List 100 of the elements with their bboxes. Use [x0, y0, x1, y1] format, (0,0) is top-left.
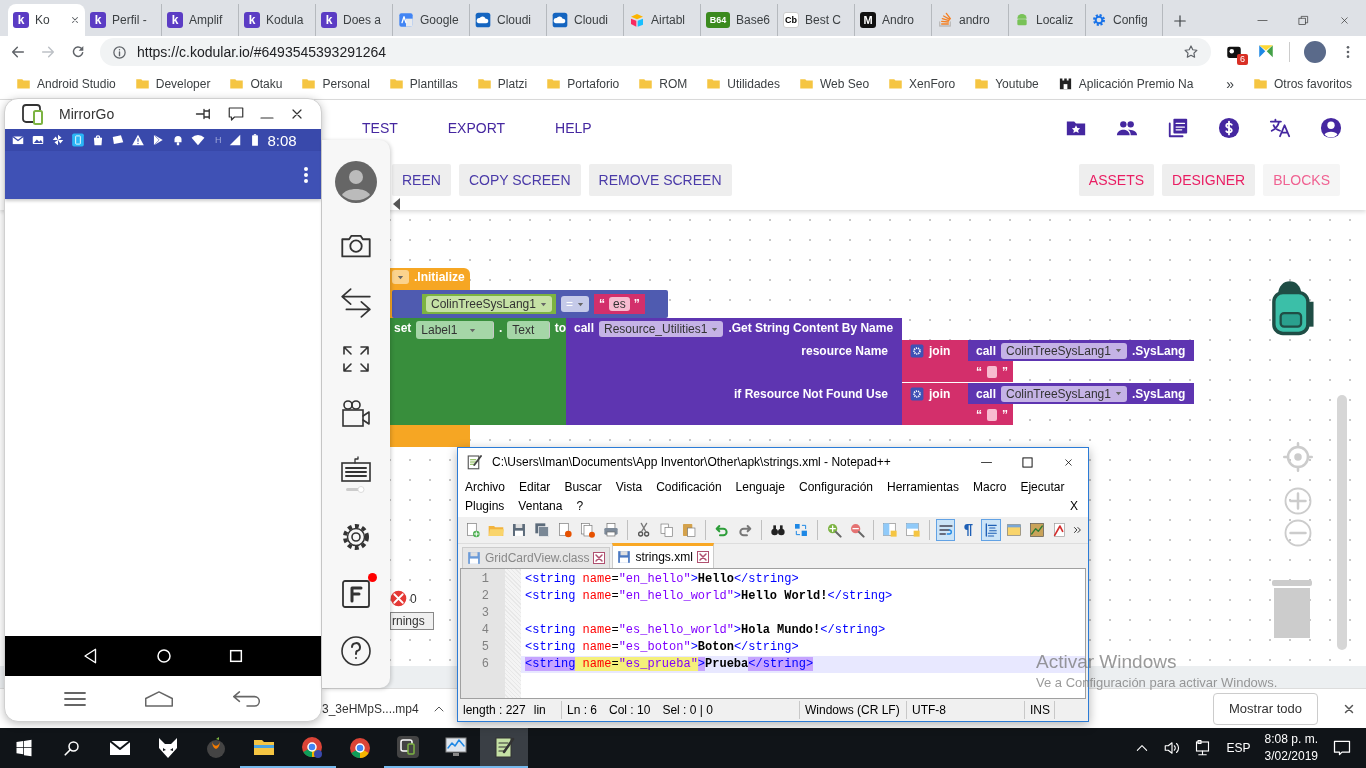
f-icon[interactable] [341, 579, 371, 609]
language-indicator[interactable]: ESP [1226, 741, 1251, 755]
menu-item[interactable]: ? [576, 498, 584, 513]
close-icon[interactable] [1063, 456, 1074, 468]
tab[interactable]: Cloudi [547, 4, 624, 36]
new-tab-icon[interactable] [1173, 14, 1187, 28]
menu-item[interactable]: HELP [555, 119, 592, 136]
menu-item[interactable]: Lenguaje [735, 479, 785, 494]
avatar[interactable] [1304, 41, 1326, 63]
bookmark[interactable]: Youtube [974, 76, 1039, 91]
menu-item[interactable]: TEST [362, 119, 398, 136]
screen-button[interactable]: REMOVE SCREEN [588, 164, 732, 196]
menu-item[interactable]: Plugins [465, 498, 505, 513]
dropdown[interactable]: ColinTreeSysLang1 [1001, 342, 1127, 359]
tab[interactable]: k Amplif [162, 4, 239, 36]
account-icon[interactable] [1320, 116, 1342, 139]
show-all-button[interactable]: Mostrar todo [1213, 692, 1318, 725]
help-icon[interactable] [340, 635, 372, 667]
more-bookmarks[interactable]: » [1226, 75, 1234, 92]
chat-icon[interactable] [227, 105, 245, 123]
tab[interactable]: B64 Base6 [701, 4, 778, 36]
menu-item[interactable]: Ventana [518, 498, 563, 513]
collapse-icon[interactable] [393, 198, 400, 210]
maximize-icon[interactable] [1022, 456, 1033, 468]
bookmark[interactable]: Utilidades [706, 76, 780, 91]
search-icon[interactable] [63, 739, 81, 757]
bookmark[interactable]: Plantillas [388, 76, 458, 91]
menu-item[interactable]: Editar [519, 479, 551, 494]
warnings-button[interactable]: rnings [390, 612, 434, 630]
swap-icon[interactable] [338, 287, 374, 319]
menu-item[interactable]: Herramientas [887, 479, 960, 494]
tab[interactable]: andro [932, 4, 1009, 36]
menu-item[interactable]: Macro [973, 479, 1007, 494]
more-icon[interactable] [1073, 525, 1083, 535]
editor-button[interactable]: DESIGNER [1162, 164, 1256, 196]
tab[interactable]: k Does a [316, 4, 393, 36]
tab[interactable]: Config [1086, 4, 1163, 36]
tab[interactable]: k Kodula [239, 4, 316, 36]
file-tab[interactable]: strings.xml [612, 543, 714, 568]
dropdown[interactable]: Resource_Utilities1 [599, 321, 724, 337]
screen-button[interactable]: REEN [392, 164, 451, 196]
address-field[interactable]: https://c.kodular.io/#6493545393291264 [100, 38, 1211, 66]
start-icon[interactable] [15, 739, 33, 757]
editor-button[interactable]: ASSETS [1078, 164, 1155, 196]
keyboard-icon[interactable] [340, 455, 372, 495]
download-item[interactable]: 3_3eHMpS....mp4 [322, 701, 419, 716]
tab[interactable]: Localiz [1009, 4, 1086, 36]
bookmark[interactable]: Otros favoritos [1252, 76, 1352, 91]
bookmark[interactable]: Android Studio [16, 76, 116, 91]
reload-icon[interactable] [70, 44, 86, 60]
recents-icon[interactable] [227, 648, 244, 664]
dollar-icon[interactable] [1218, 116, 1240, 139]
tab[interactable]: Airtabl [624, 4, 701, 36]
bookmark[interactable]: Otaku [229, 76, 283, 91]
tab[interactable]: Cloudi [470, 4, 547, 36]
taskbar-button[interactable] [480, 728, 528, 768]
bookmark[interactable]: Web Seo [798, 76, 870, 91]
menu-item[interactable]: Vista [615, 479, 643, 494]
bookmark[interactable]: Aplicación Premio Na [1057, 76, 1194, 91]
menu-item[interactable]: Ejecutar [1020, 479, 1065, 494]
video-camera-icon[interactable] [340, 399, 372, 429]
tab[interactable]: M Andro [855, 4, 932, 36]
screen-button[interactable]: COPY SCREEN [458, 164, 581, 196]
indent-guide-icon[interactable] [981, 519, 1002, 541]
dropdown[interactable] [392, 270, 409, 284]
dropdown[interactable]: ColinTreeSysLang1 [426, 296, 552, 312]
bookmark[interactable]: Portaforio [546, 76, 620, 91]
dropdown[interactable]: ColinTreeSysLang1 [1001, 385, 1127, 402]
dropdown[interactable]: Label1 [416, 321, 494, 339]
settings-icon[interactable] [340, 521, 372, 553]
dropdown[interactable]: Text [507, 321, 550, 339]
scrollbar[interactable] [1337, 395, 1347, 650]
close-document-button[interactable]: X [1070, 498, 1078, 513]
bookmark[interactable]: XenForo [888, 76, 956, 91]
home-icon[interactable] [155, 647, 173, 665]
overflow-menu-icon[interactable] [303, 166, 309, 184]
notifications-icon[interactable] [1332, 738, 1352, 758]
bookmark[interactable]: Personal [301, 76, 370, 91]
tab[interactable]: Cb Best C [778, 4, 855, 36]
menu-item[interactable]: Buscar [564, 479, 602, 494]
bookmark[interactable]: Platzi [476, 76, 528, 91]
menu-item[interactable]: Codificación [656, 479, 722, 494]
tab[interactable]: Google [393, 4, 470, 36]
word-wrap-icon[interactable] [935, 519, 956, 541]
menu-item[interactable]: EXPORT [447, 119, 506, 136]
fullscreen-icon[interactable] [342, 345, 370, 373]
menu-item[interactable]: Archivo [465, 479, 505, 494]
star-icon[interactable] [1183, 44, 1199, 60]
clock-date[interactable]: 3/02/2019 [1264, 748, 1318, 765]
bookmark[interactable]: ROM [638, 76, 688, 91]
translate-icon[interactable] [1269, 116, 1291, 139]
menu-item[interactable]: Configuración [798, 479, 873, 494]
tab[interactable]: k Perfil - [85, 4, 162, 36]
volume-icon[interactable] [1162, 739, 1181, 757]
bookmark[interactable]: Developer [134, 76, 211, 91]
gear-icon[interactable] [910, 387, 924, 401]
gear-icon[interactable] [910, 344, 924, 358]
book-icon[interactable] [1167, 116, 1189, 139]
clock-time[interactable]: 8:08 p. m. [1264, 731, 1318, 748]
tab[interactable]: k Ko [8, 4, 85, 36]
